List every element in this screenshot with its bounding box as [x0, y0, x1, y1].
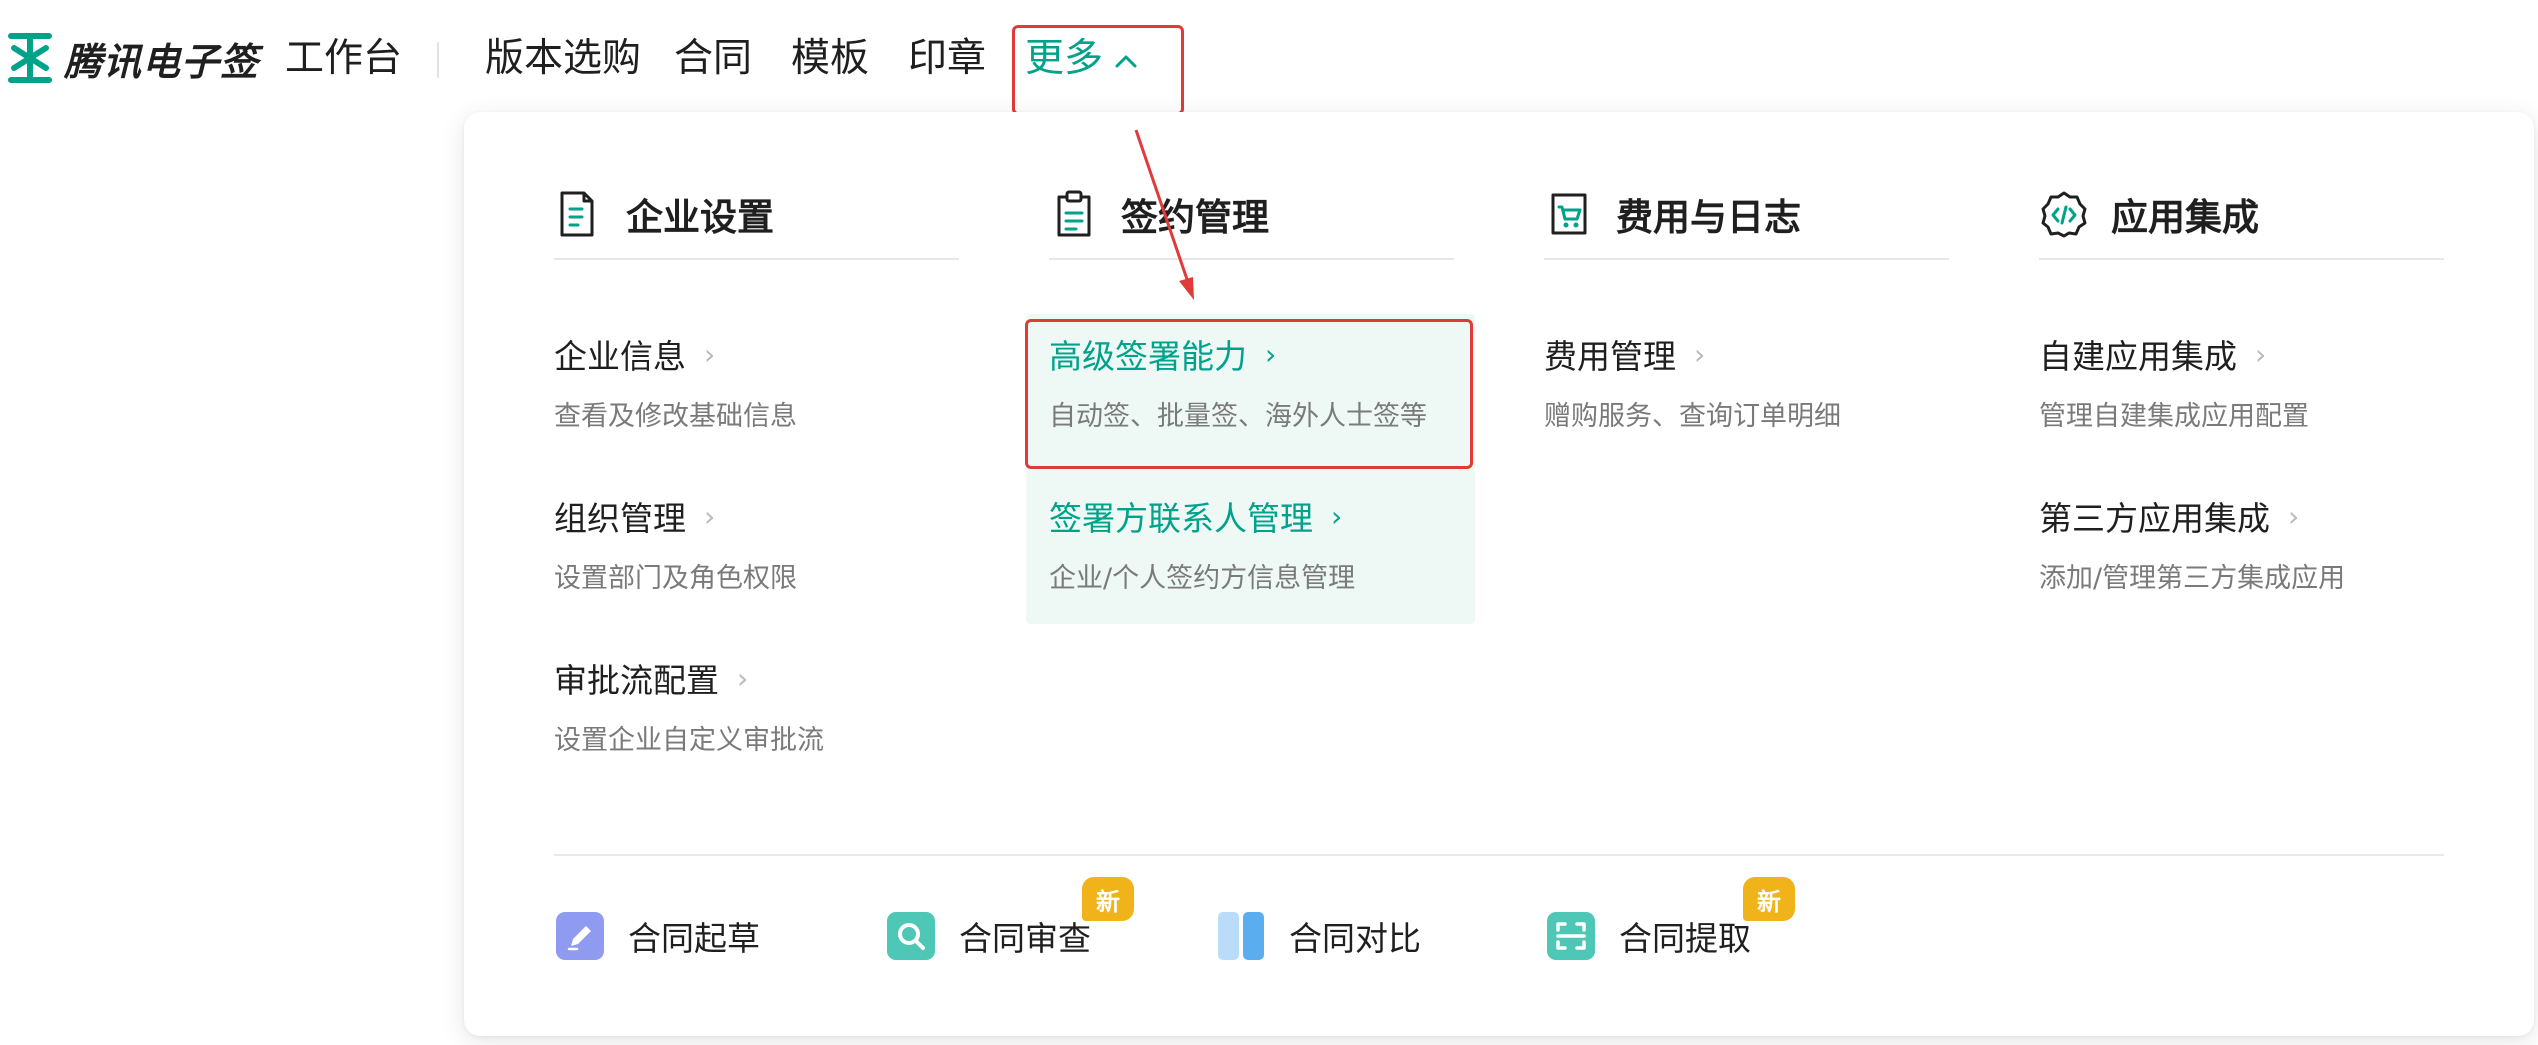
menu-column-signing-management: 签约管理 高级签署能力 › 自动签、批量签、海外人士签等 签署方联系人管理 › 企业… — [1049, 182, 1454, 594]
nav-version-purchase[interactable]: 版本选购 — [485, 30, 641, 88]
compare-icon — [1218, 912, 1264, 960]
entry-description: 赠购服务、查询订单明细 — [1544, 401, 1841, 432]
entry-title: 企业信息 — [554, 337, 686, 376]
entry-description: 企业/个人签约方信息管理 — [1049, 563, 1356, 594]
new-badge: 新 — [1082, 877, 1134, 921]
entry-description: 管理自建集成应用配置 — [2039, 401, 2309, 432]
chevron-right-icon: › — [704, 337, 716, 371]
menu-entry-enterprise-info[interactable]: 企业信息 › 查看及修改基础信息 — [554, 330, 999, 433]
entry-description: 查看及修改基础信息 — [554, 401, 797, 432]
chevron-right-icon: › — [2255, 337, 2267, 371]
nav-contract[interactable]: 合同 — [674, 30, 752, 88]
entry-title: 费用管理 — [1544, 337, 1676, 376]
chevron-right-icon: › — [704, 499, 716, 533]
tencent-esign-logo-icon — [8, 33, 52, 83]
top-navigation: 腾讯电子签 工作台 版本选购 合同 模板 印章 更多 — [0, 0, 2538, 118]
tool-contract-review[interactable]: 合同审查 — [885, 910, 1091, 962]
nav-divider — [437, 42, 439, 78]
tools-divider — [554, 854, 2444, 856]
entry-title: 签署方联系人管理 — [1049, 499, 1313, 538]
column-title: 企业设置 — [626, 196, 774, 239]
tool-contract-compare[interactable]: 合同对比 — [1215, 910, 1421, 962]
column-title: 应用集成 — [2111, 196, 2259, 239]
menu-entry-self-built-app[interactable]: 自建应用集成 › 管理自建集成应用配置 — [2039, 330, 2484, 433]
column-title: 费用与日志 — [1616, 196, 1801, 239]
menu-column-app-integration: 应用集成 自建应用集成 › 管理自建集成应用配置 第三方应用集成 › 添加/管理第三… — [2039, 182, 2444, 594]
brand-name: 腾讯电子签 — [64, 39, 260, 84]
nav-template[interactable]: 模板 — [791, 30, 869, 88]
column-title: 签约管理 — [1121, 196, 1269, 239]
entry-description: 设置企业自定义审批流 — [554, 725, 824, 756]
pen-icon — [556, 912, 604, 960]
tool-label: 合同提取 — [1619, 919, 1751, 958]
entry-title: 组织管理 — [554, 499, 686, 538]
menu-entry-fee-management[interactable]: 费用管理 › 赠购服务、查询订单明细 — [1544, 330, 1989, 433]
chevron-right-icon: › — [1694, 337, 1706, 371]
entry-title: 第三方应用集成 — [2039, 499, 2270, 538]
clipboard-icon — [1057, 190, 1091, 237]
column-header: 企业设置 — [554, 182, 959, 246]
nav-workbench[interactable]: 工作台 — [285, 30, 402, 88]
column-divider — [1049, 258, 1454, 260]
magnifier-icon — [887, 912, 935, 960]
annotation-highlight-advanced-signing — [1025, 319, 1473, 469]
cart-icon — [1551, 193, 1587, 235]
tool-contract-draft[interactable]: 合同起草 — [554, 910, 760, 962]
menu-column-enterprise-settings: 企业设置 企业信息 › 查看及修改基础信息 组织管理 › 设置部门及角色权限 审批流… — [554, 182, 959, 756]
nav-seal[interactable]: 印章 — [908, 30, 986, 88]
brand-logo[interactable]: 腾讯电子签 — [8, 30, 259, 86]
column-header: 费用与日志 — [1544, 182, 1949, 246]
chevron-right-icon: › — [737, 661, 749, 695]
column-divider — [2039, 258, 2444, 260]
chevron-right-icon: › — [2288, 499, 2300, 533]
scan-icon — [1547, 912, 1595, 960]
menu-column-fees-and-logs: 费用与日志 费用管理 › 赠购服务、查询订单明细 — [1544, 182, 1949, 432]
entry-description: 设置部门及角色权限 — [554, 563, 797, 594]
menu-entry-signer-contacts[interactable]: 签署方联系人管理 › 企业/个人签约方信息管理 — [1049, 492, 1494, 595]
code-gear-icon — [2041, 191, 2087, 238]
column-header: 签约管理 — [1049, 182, 1454, 246]
annotation-highlight-more — [1012, 25, 1184, 115]
tool-label: 合同起草 — [628, 919, 760, 958]
new-badge: 新 — [1743, 877, 1795, 921]
entry-title: 审批流配置 — [554, 661, 719, 700]
entry-title: 自建应用集成 — [2039, 337, 2237, 376]
tool-label: 合同审查 — [959, 919, 1091, 958]
document-icon — [560, 191, 594, 237]
menu-entry-approval-flow[interactable]: 审批流配置 › 设置企业自定义审批流 — [554, 654, 999, 757]
tool-label: 合同对比 — [1289, 919, 1421, 958]
column-header: 应用集成 — [2039, 182, 2444, 246]
column-divider — [554, 258, 959, 260]
entry-description: 添加/管理第三方集成应用 — [2039, 563, 2346, 594]
column-divider — [1544, 258, 1949, 260]
tool-contract-extract[interactable]: 合同提取 — [1545, 910, 1751, 962]
menu-entry-third-party-app[interactable]: 第三方应用集成 › 添加/管理第三方集成应用 — [2039, 492, 2484, 595]
chevron-right-icon: › — [1331, 499, 1343, 533]
menu-entry-org-management[interactable]: 组织管理 › 设置部门及角色权限 — [554, 492, 999, 595]
